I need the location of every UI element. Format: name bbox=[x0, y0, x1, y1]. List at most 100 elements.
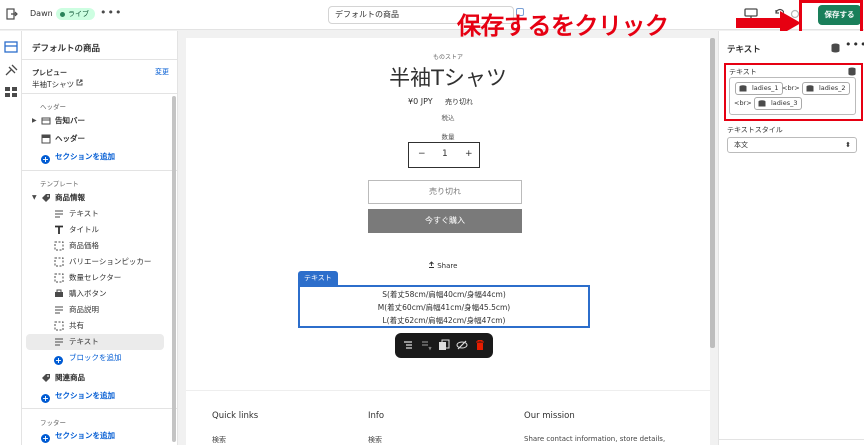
dynamic-source-pill[interactable]: ladies_2 bbox=[802, 82, 850, 95]
divider bbox=[22, 93, 177, 94]
sidebar-scrollbar[interactable] bbox=[172, 96, 176, 442]
section-related-products[interactable]: 関連商品 bbox=[22, 370, 172, 386]
block-item-selected[interactable]: テキスト bbox=[26, 334, 164, 350]
select-chevron-icon: ⬍ bbox=[845, 141, 851, 149]
select-parent-icon[interactable] bbox=[402, 339, 414, 351]
duplicate-icon[interactable] bbox=[438, 339, 450, 351]
footer-link[interactable]: 検索 bbox=[368, 435, 382, 445]
block-item[interactable]: 数量セレクター bbox=[22, 270, 172, 286]
add-section-label: セクションを追加 bbox=[55, 152, 115, 161]
collapse-caret-icon[interactable]: ▼ bbox=[32, 190, 37, 206]
theme-settings-icon[interactable] bbox=[4, 64, 18, 76]
size-line: M(着丈60cm/肩幅41cm/身幅45.5cm) bbox=[377, 303, 511, 312]
divider bbox=[22, 408, 177, 409]
quantity-value[interactable]: 1 bbox=[442, 149, 448, 159]
add-section-header[interactable]: + セクションを追加 bbox=[22, 149, 172, 165]
text-style-select[interactable]: 本文 ⬍ bbox=[727, 137, 857, 153]
section-header[interactable]: ヘッダー bbox=[22, 131, 172, 147]
store-name: ものストア bbox=[432, 54, 463, 61]
block-label: 数量セレクター bbox=[69, 273, 122, 282]
dynamic-source-pill[interactable]: ladies_1 bbox=[735, 82, 783, 95]
apps-icon[interactable] bbox=[4, 86, 18, 98]
add-section-template[interactable]: + セクションを追加 bbox=[22, 388, 172, 404]
delete-icon[interactable] bbox=[474, 339, 486, 351]
section-label: 告知バー bbox=[55, 116, 85, 125]
move-icon[interactable] bbox=[420, 339, 432, 351]
preview-product: 半袖Tシャツ bbox=[32, 80, 75, 89]
block-label: 商品価格 bbox=[69, 241, 99, 250]
block-item[interactable]: バリエーションピッカー bbox=[22, 254, 172, 270]
section-announcement-bar[interactable]: ▶ 告知バー bbox=[22, 113, 172, 129]
block-item[interactable]: 購入ボタン bbox=[22, 286, 172, 302]
text-lines-icon bbox=[55, 338, 63, 346]
preview-change-link[interactable]: 変更 bbox=[155, 67, 169, 77]
block-item[interactable]: テキスト bbox=[22, 206, 172, 222]
metafield-icon bbox=[758, 100, 766, 107]
dynamic-source-icon[interactable] bbox=[831, 43, 840, 53]
share-label: Share bbox=[437, 262, 458, 270]
size-line: L(着丈62cm/肩幅42cm/身幅47cm) bbox=[382, 316, 506, 325]
add-block[interactable]: + ブロックを追加 bbox=[22, 350, 172, 366]
footer-heading-quick-links: Quick links bbox=[212, 411, 259, 421]
section-label: ヘッダー bbox=[55, 134, 85, 143]
share-button[interactable]: Share bbox=[428, 261, 457, 270]
add-section-footer[interactable]: + セクションを追加 bbox=[22, 428, 172, 444]
external-link-icon[interactable] bbox=[76, 79, 83, 86]
insert-dynamic-source-icon[interactable] bbox=[848, 67, 856, 76]
tax-note: 税込 bbox=[441, 114, 455, 122]
metafield-icon bbox=[739, 85, 747, 92]
block-label: 共有 bbox=[69, 321, 84, 330]
metafield-icon bbox=[806, 85, 814, 92]
text-lines-icon bbox=[55, 210, 63, 218]
plus-circle-icon: + bbox=[41, 394, 50, 403]
br-text: <br> bbox=[734, 99, 752, 107]
add-section-label: セクションを追加 bbox=[55, 431, 115, 440]
canvas-scrollbar[interactable] bbox=[710, 38, 715, 348]
share-icon bbox=[54, 321, 64, 331]
buy-button-icon bbox=[55, 289, 63, 297]
block-item[interactable]: 共有 bbox=[22, 318, 172, 334]
footer-heading-mission: Our mission bbox=[524, 411, 575, 421]
share-upload-icon bbox=[429, 261, 434, 268]
pill-label: ladies_3 bbox=[771, 99, 798, 107]
section-label: 商品情報 bbox=[55, 193, 85, 202]
text-setting-input[interactable]: ladies_1 <br> ladies_2 <br> ladies_3 bbox=[729, 77, 856, 115]
dynamic-source-pill[interactable]: ladies_3 bbox=[754, 97, 802, 110]
quantity-minus-button[interactable]: − bbox=[418, 149, 426, 159]
sections-icon[interactable] bbox=[4, 41, 18, 53]
soldout-button[interactable]: 売り切れ bbox=[368, 180, 522, 204]
announcement-bar-icon bbox=[41, 117, 51, 125]
plus-circle-icon: + bbox=[54, 356, 63, 365]
section-product-info[interactable]: ▼ 商品情報 bbox=[22, 190, 172, 206]
quantity-label: 数量 bbox=[441, 133, 455, 141]
block-settings-panel: テキスト ••• テキスト ladies_1 <br> ladies_2 <br… bbox=[718, 31, 864, 445]
divider bbox=[22, 59, 177, 60]
callout-instruction: 保存するをクリック bbox=[457, 12, 669, 40]
product-price: ¥0 JPY bbox=[408, 97, 433, 106]
panel-title: テキスト bbox=[727, 45, 761, 55]
quantity-icon bbox=[54, 273, 64, 283]
block-item[interactable]: 商品説明 bbox=[22, 302, 172, 318]
theme-name: Dawn bbox=[30, 9, 53, 18]
br-text: <br> bbox=[782, 84, 800, 92]
preview-canvas: ものストア 半袖Tシャツ ¥0 JPY 売り切れ 税込 数量 − 1 + 売り切… bbox=[186, 38, 710, 445]
text-style-value: 本文 bbox=[734, 141, 748, 149]
plus-circle-icon: + bbox=[41, 155, 50, 164]
variant-picker-icon bbox=[54, 257, 64, 267]
theme-more-button[interactable]: ••• bbox=[100, 6, 122, 19]
block-item[interactable]: 商品価格 bbox=[22, 238, 172, 254]
footer-link[interactable]: 検索 bbox=[212, 435, 226, 445]
buy-now-button[interactable]: 今すぐ購入 bbox=[368, 209, 522, 233]
panel-more-button[interactable]: ••• bbox=[845, 38, 864, 51]
add-section-label: セクションを追加 bbox=[55, 391, 115, 400]
hide-icon[interactable] bbox=[456, 339, 468, 351]
quantity-plus-button[interactable]: + bbox=[465, 149, 473, 159]
tag-icon bbox=[42, 194, 50, 202]
exit-icon[interactable] bbox=[6, 8, 18, 20]
expand-caret-icon[interactable]: ▶ bbox=[32, 113, 37, 129]
text-block-selected[interactable]: S(着丈58cm/肩幅40cm/身幅44cm) M(着丈60cm/肩幅41cm/… bbox=[298, 285, 590, 328]
text-style-label: テキストスタイル bbox=[727, 126, 783, 134]
header-icon bbox=[41, 134, 51, 144]
divider bbox=[22, 170, 177, 171]
block-item[interactable]: タイトル bbox=[22, 222, 172, 238]
